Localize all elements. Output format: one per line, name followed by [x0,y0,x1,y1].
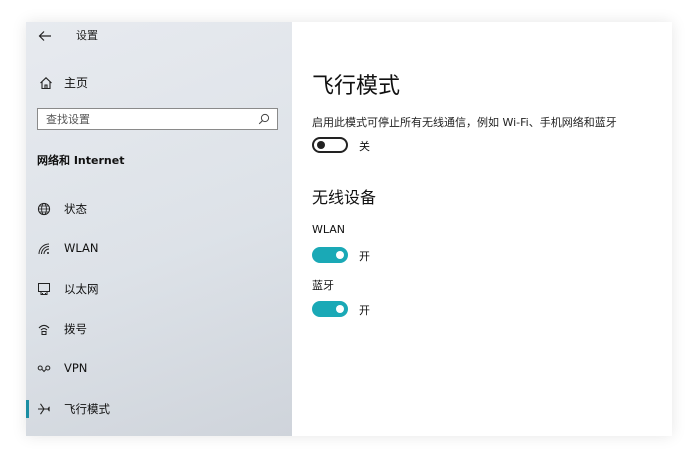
sidebar-item-label: 以太网 [64,282,99,296]
wlan-toggle-row[interactable]: 开 [312,247,382,265]
bluetooth-label: 蓝牙 [312,279,334,292]
dialup-icon [36,321,52,337]
bluetooth-toggle[interactable] [312,301,348,317]
toggle-knob [317,141,325,149]
airplane-icon [36,401,52,417]
airplane-mode-toggle[interactable] [312,137,348,153]
main-content: 飞行模式 启用此模式可停止所有无线通信，例如 Wi-Fi、手机网络和蓝牙 关 无… [292,22,672,436]
sidebar-item-label: 拨号 [64,322,87,336]
sidebar-item-label: VPN [64,361,88,375]
sidebar-item-home[interactable]: 主页 [26,68,292,98]
sidebar-item-vpn[interactable]: VPN [26,354,292,384]
airplane-mode-toggle-row[interactable]: 关 [312,137,382,155]
settings-window: 设置 主页 网络和 Internet [26,22,672,436]
sidebar-section-title: 网络和 Internet [37,154,125,167]
home-icon [38,75,54,91]
sidebar-item-label: 状态 [64,202,87,216]
search-box[interactable] [37,108,278,130]
sidebar-item-label: 飞行模式 [64,402,110,416]
toggle-state-label: 关 [359,140,370,153]
globe-icon [36,201,52,217]
sidebar-item-label: 主页 [64,76,89,90]
toggle-knob [336,251,344,259]
search-icon[interactable] [257,112,271,126]
airplane-mode-description: 启用此模式可停止所有无线通信，例如 Wi-Fi、手机网络和蓝牙 [312,116,617,129]
wifi-icon [36,241,52,257]
sidebar-item-ethernet[interactable]: 以太网 [26,274,292,304]
vpn-icon [36,361,52,377]
wlan-label: WLAN [312,223,346,236]
back-arrow-icon[interactable] [35,26,55,46]
page-title: 飞行模式 [312,74,401,99]
toggle-state-label: 开 [359,250,370,263]
toggle-knob [336,305,344,313]
sidebar-item-wlan[interactable]: WLAN [26,234,292,264]
bluetooth-toggle-row[interactable]: 开 [312,301,382,319]
sidebar-item-label: WLAN [64,241,99,255]
active-indicator [26,400,29,418]
ethernet-icon [36,281,52,297]
sidebar: 设置 主页 网络和 Internet [26,22,292,436]
sidebar-item-status[interactable]: 状态 [26,194,292,224]
wlan-toggle[interactable] [312,247,348,263]
search-input[interactable] [46,111,246,127]
toggle-state-label: 开 [359,304,370,317]
app-title: 设置 [76,29,98,42]
wireless-devices-title: 无线设备 [312,188,377,207]
sidebar-item-airplane-mode[interactable]: 飞行模式 [26,394,292,424]
sidebar-item-dialup[interactable]: 拨号 [26,314,292,344]
